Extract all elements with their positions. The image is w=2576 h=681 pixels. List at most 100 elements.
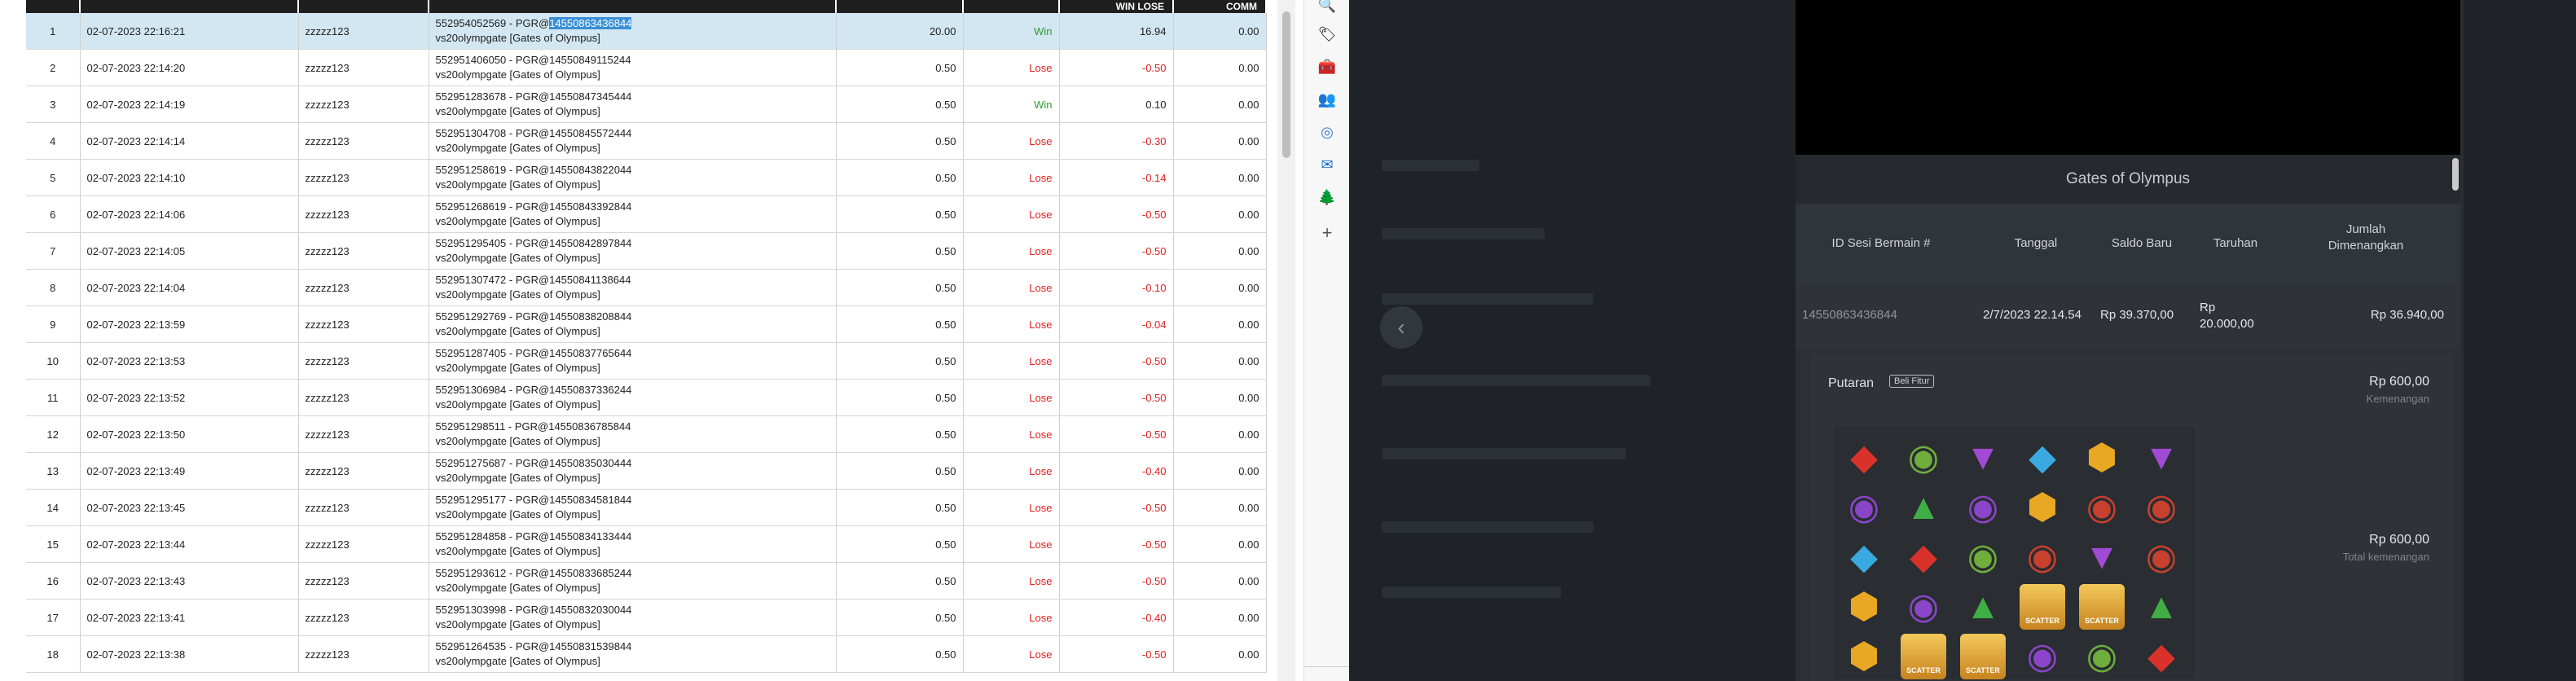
green-ring-symbol: ◉	[1907, 437, 1940, 477]
row-winlose: -0.40	[1059, 599, 1174, 636]
row-number: 11	[26, 379, 81, 416]
row-winlose: -0.50	[1059, 562, 1174, 600]
edge-sidebar: 🔍 🏷 🧰 👥 ◎ ✉ 🌲 +	[1303, 0, 1350, 681]
table-row[interactable]: 12 02-07-2023 22:13:50 zzzzz123 55295129851…	[26, 415, 1267, 453]
row-game: vs20olympgate [Gates of Olympus]	[435, 32, 600, 44]
ghost-line	[1382, 448, 1626, 459]
row-round[interactable]: 552951295177 - PGR@14550834581844 vs20oly…	[429, 489, 837, 526]
col-header-user	[298, 0, 429, 13]
row-comm: 0.00	[1173, 86, 1267, 123]
back-button[interactable]: ‹	[1380, 306, 1422, 349]
row-number: 15	[26, 525, 81, 563]
table-row[interactable]: 3 02-07-2023 22:14:19 zzzzz123 552951283678…	[26, 86, 1267, 123]
row-number: 12	[26, 415, 81, 453]
table-scrollbar-thumb[interactable]	[1282, 11, 1290, 158]
purple-ring-symbol: ◉	[2026, 636, 2059, 676]
red-ring-symbol: ◉	[2145, 537, 2178, 577]
row-round[interactable]: 552951292769 - PGR@14550838208844 vs20oly…	[429, 305, 837, 343]
row-round[interactable]: 552954052569 - PGR@14550863436844 vs20oly…	[429, 13, 837, 50]
table-row[interactable]: 2 02-07-2023 22:14:20 zzzzz123 552951406050…	[26, 49, 1267, 86]
row-round-id: 552951307472 - PGR@14550841138644	[435, 274, 631, 286]
search-icon[interactable]: 🔍	[1316, 0, 1339, 16]
ghost-line	[1382, 160, 1479, 171]
row-winlose: -0.04	[1059, 305, 1174, 343]
row-bet: 0.50	[836, 232, 964, 270]
table-row[interactable]: 6 02-07-2023 22:14:06 zzzzz123 552951268619…	[26, 196, 1267, 233]
row-round-id: 552954052569 - PGR@	[435, 17, 550, 29]
row-result: Lose	[963, 305, 1060, 343]
tag-icon[interactable]: 🏷	[1316, 23, 1339, 46]
row-round[interactable]: 552951295405 - PGR@14550842897844 vs20oly…	[429, 232, 837, 270]
col-header-no	[26, 0, 81, 13]
row-number: 17	[26, 599, 81, 636]
table-row[interactable]: 4 02-07-2023 22:14:14 zzzzz123 552951304708…	[26, 122, 1267, 160]
people-icon[interactable]: 👥	[1316, 88, 1339, 111]
row-round[interactable]: 552951275687 - PGR@14550835030444 vs20oly…	[429, 452, 837, 490]
table-row[interactable]: 14 02-07-2023 22:13:45 zzzzz123 55295129517…	[26, 489, 1267, 526]
row-comm: 0.00	[1173, 49, 1267, 86]
row-comm: 0.00	[1173, 122, 1267, 160]
scatter-label: SCATTER	[2020, 584, 2065, 630]
row-date: 02-07-2023 22:14:14	[80, 122, 299, 160]
outlook-icon[interactable]: ✉	[1316, 153, 1339, 176]
table-row[interactable]: 13 02-07-2023 22:13:49 zzzzz123 55295127568…	[26, 452, 1267, 490]
table-row[interactable]: 9 02-07-2023 22:13:59 zzzzz123 552951292769…	[26, 305, 1267, 343]
row-date: 02-07-2023 22:16:21	[80, 13, 299, 50]
row-round[interactable]: 552951264535 - PGR@14550831539844 vs20oly…	[429, 635, 837, 673]
table-row[interactable]: 18 02-07-2023 22:13:38 zzzzz123 55295126453…	[26, 635, 1267, 673]
copilot-icon[interactable]: ◎	[1316, 121, 1339, 143]
round-table-row[interactable]: 14550863436844 2/7/2023 22.14.54 Rp 39.3…	[1796, 285, 2460, 349]
row-round-id: 552951306984 - PGR@14550837336244	[435, 384, 632, 396]
row-round[interactable]: 552951287405 - PGR@14550837765644 vs20oly…	[429, 342, 837, 380]
row-result: Lose	[963, 635, 1060, 673]
table-row[interactable]: 11 02-07-2023 22:13:52 zzzzz123 55295130698…	[26, 379, 1267, 416]
col-header-comm: COMM	[1173, 0, 1267, 13]
col-header-result	[963, 0, 1060, 13]
purple-ring-symbol: ◉	[1967, 487, 1999, 527]
row-round[interactable]: 552951284858 - PGR@14550834133444 vs20oly…	[429, 525, 837, 563]
table-row[interactable]: 10 02-07-2023 22:13:53 zzzzz123 55295128740…	[26, 342, 1267, 380]
row-round[interactable]: 552951303998 - PGR@14550832030044 vs20oly…	[429, 599, 837, 636]
panel-scrollbar[interactable]	[2452, 158, 2459, 191]
row-round[interactable]: 552951307472 - PGR@14550841138644 vs20oly…	[429, 269, 837, 306]
row-game: vs20olympgate [Gates of Olympus]	[435, 655, 600, 667]
gold-crown-symbol: ⬢	[2026, 487, 2059, 527]
row-result: Lose	[963, 525, 1060, 563]
table-scrollbar[interactable]	[1277, 0, 1295, 681]
row-round[interactable]: 552951283678 - PGR@14550847345444 vs20oly…	[429, 86, 837, 123]
table-row[interactable]: 16 02-07-2023 22:13:43 zzzzz123 55295129361…	[26, 562, 1267, 600]
row-winlose: -0.50	[1059, 49, 1174, 86]
row-user: zzzzz123	[298, 489, 429, 526]
row-round[interactable]: 552951304708 - PGR@14550845572444 vs20oly…	[429, 122, 837, 160]
row-round[interactable]: 552951268619 - PGR@14550843392844 vs20oly…	[429, 196, 837, 233]
table-row[interactable]: 7 02-07-2023 22:14:05 zzzzz123 552951295405…	[26, 232, 1267, 270]
red-ring-symbol: ◉	[2026, 537, 2059, 577]
row-game: vs20olympgate [Gates of Olympus]	[435, 545, 600, 557]
row-comm: 0.00	[1173, 159, 1267, 196]
add-icon[interactable]: +	[1316, 222, 1339, 244]
scatter-symbol: SCATTER	[2018, 582, 2067, 631]
row-round[interactable]: 552951258619 - PGR@14550843822044 vs20oly…	[429, 159, 837, 196]
row-round[interactable]: 552951306984 - PGR@14550837336244 vs20oly…	[429, 379, 837, 416]
table-row[interactable]: 5 02-07-2023 22:14:10 zzzzz123 552951258619…	[26, 159, 1267, 196]
row-date: 02-07-2023 22:14:19	[80, 86, 299, 123]
table-body: 1 02-07-2023 22:16:21 zzzzz123 552954052569…	[26, 13, 1267, 673]
table-row[interactable]: 8 02-07-2023 22:14:04 zzzzz123 552951307472…	[26, 269, 1267, 306]
row-date: 02-07-2023 22:14:10	[80, 159, 299, 196]
row-bet: 0.50	[836, 86, 964, 123]
row-round[interactable]: 552951406050 - PGR@14550849115244 vs20oly…	[429, 49, 837, 86]
row-round-id: 552951292769 - PGR@14550838208844	[435, 310, 632, 323]
row-bet: 0.50	[836, 196, 964, 233]
row-round-id: 552951264535 - PGR@14550831539844	[435, 640, 632, 652]
table-row[interactable]: 15 02-07-2023 22:13:44 zzzzz123 55295128485…	[26, 525, 1267, 563]
row-round[interactable]: 552951298511 - PGR@14550836785844 vs20oly…	[429, 415, 837, 453]
game-video-area	[1796, 0, 2460, 155]
table-row[interactable]: 17 02-07-2023 22:13:41 zzzzz123 55295130399…	[26, 599, 1267, 636]
toolbox-icon[interactable]: 🧰	[1316, 55, 1339, 78]
table-row[interactable]: 1 02-07-2023 22:16:21 zzzzz123 552954052569…	[26, 13, 1267, 50]
tree-icon[interactable]: 🌲	[1316, 186, 1339, 209]
red-ring-symbol: ◉	[2086, 487, 2118, 527]
row-round[interactable]: 552951293612 - PGR@14550833685244 vs20oly…	[429, 562, 837, 600]
row-game: vs20olympgate [Gates of Olympus]	[435, 325, 600, 337]
round-bet: Rp 20.000,00	[2200, 301, 2254, 331]
